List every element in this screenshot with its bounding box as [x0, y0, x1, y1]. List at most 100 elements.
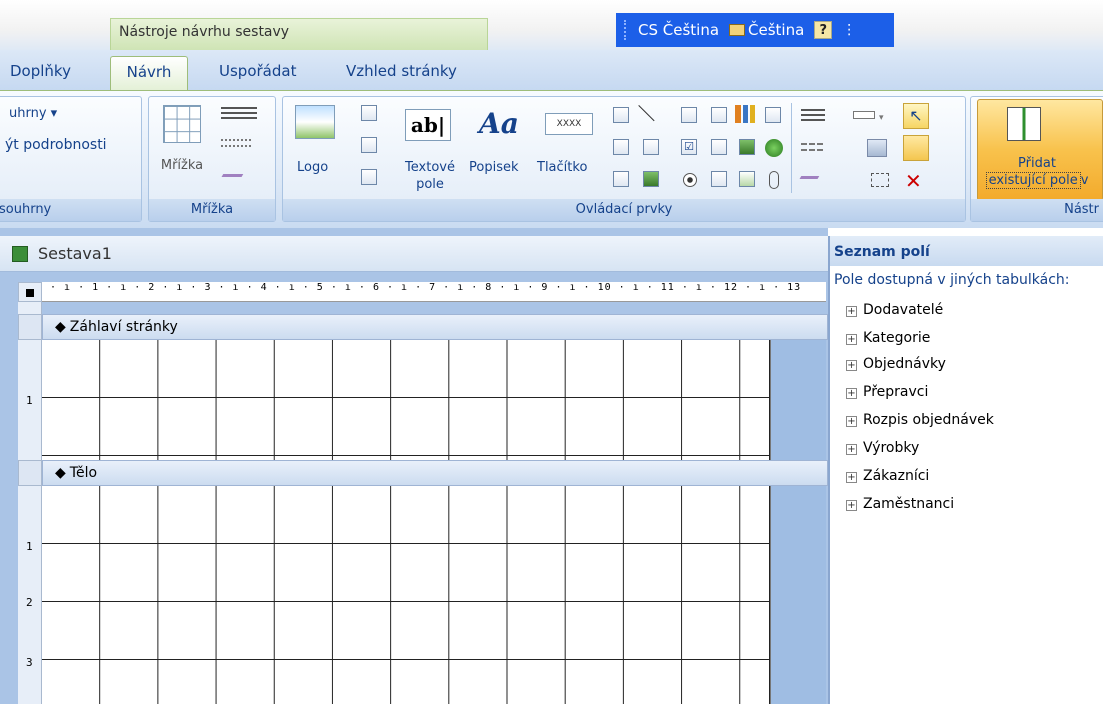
- horizontal-ruler[interactable]: · ı · 1 · ı · 2 · ı · 3 · ı · 4 · ı · 5 …: [18, 282, 826, 302]
- control-wizard-icon[interactable]: [903, 135, 929, 161]
- option-button-icon[interactable]: [683, 173, 697, 187]
- line-type-icon[interactable]: [801, 143, 823, 151]
- title-icon[interactable]: [361, 105, 377, 121]
- language-bar[interactable]: CS Čeština Čeština ? ⋮: [616, 13, 894, 47]
- section-selector[interactable]: [18, 314, 42, 340]
- unbound-object-icon[interactable]: [739, 139, 755, 155]
- expand-icon[interactable]: +: [846, 388, 857, 399]
- section-selector[interactable]: [18, 460, 42, 486]
- tab-navrh[interactable]: Návrh: [110, 56, 188, 91]
- attachment-icon[interactable]: [769, 171, 779, 189]
- list-item[interactable]: + Rozpis objednávek: [846, 412, 994, 428]
- property-icon[interactable]: [867, 139, 887, 157]
- list-item[interactable]: + Dodavatelé: [846, 302, 943, 318]
- field-list-title: Seznam polí: [830, 236, 1103, 266]
- date-time-icon[interactable]: [361, 169, 377, 185]
- ruler-tick: 1: [26, 540, 33, 553]
- page-header-margin: [770, 340, 826, 460]
- combo-icon[interactable]: [681, 107, 697, 123]
- field-list-subtitle: Pole dostupná v jiných tabulkách:: [834, 272, 1070, 288]
- checkbox-icon[interactable]: ☑: [681, 139, 697, 155]
- image-icon[interactable]: [739, 171, 755, 187]
- frame-icon[interactable]: [711, 139, 727, 155]
- subform-icon[interactable]: [613, 171, 629, 187]
- ruler-tick: 1: [26, 394, 33, 407]
- logo-button[interactable]: Logo: [297, 159, 328, 176]
- group-mrizka: Mřížka Mřížka: [148, 96, 276, 222]
- section-arrow-icon: ◆: [55, 465, 66, 481]
- activex-icon[interactable]: ✕: [905, 169, 922, 193]
- dropdown-arrow-icon[interactable]: ▾: [879, 113, 884, 123]
- souhrny-button[interactable]: uhrny ▾: [9, 105, 57, 122]
- add-existing-fields-button[interactable]: Přidat existující pole v: [979, 155, 1095, 189]
- expand-icon[interactable]: +: [846, 472, 857, 483]
- expand-icon[interactable]: +: [846, 306, 857, 317]
- list-item[interactable]: + Kategorie: [846, 330, 930, 346]
- select-report-icon[interactable]: [18, 282, 42, 302]
- page-header-grid[interactable]: [42, 340, 770, 460]
- expand-icon[interactable]: +: [846, 444, 857, 455]
- ruler-tick: 2: [26, 596, 33, 609]
- align-icon[interactable]: [221, 107, 257, 109]
- special-effect-icon[interactable]: [853, 111, 875, 119]
- hyperlink-icon[interactable]: [765, 139, 783, 157]
- list-item[interactable]: + Objednávky: [846, 356, 946, 372]
- body-margin: [770, 486, 826, 704]
- line-color-icon[interactable]: [799, 167, 825, 179]
- tab-vzhled-stranky[interactable]: Vzhled stránky: [346, 62, 457, 80]
- select-pointer-icon[interactable]: ↖: [903, 103, 929, 129]
- report-icon: [12, 246, 28, 262]
- group-ovladaci-prvky: Logo ab| Textové pole Aa Popisek XXXX Tla…: [282, 96, 966, 222]
- help-icon[interactable]: ?: [814, 21, 833, 39]
- tab-usporadat[interactable]: Uspořádat: [219, 62, 296, 80]
- body-grid[interactable]: [42, 486, 770, 704]
- chart-icon[interactable]: [735, 105, 755, 123]
- group-label: Ovládací prvky: [283, 199, 965, 221]
- language-code[interactable]: CS Čeština: [638, 21, 719, 39]
- keyboard-icon: [729, 24, 746, 36]
- group-nastroje: Přidat existující pole v Nástr: [970, 96, 1103, 222]
- button-button[interactable]: Tlačítko: [537, 159, 587, 176]
- vertical-ruler[interactable]: 1 1 2 3: [18, 302, 42, 704]
- expand-icon[interactable]: +: [846, 360, 857, 371]
- grid-icon[interactable]: [163, 105, 201, 143]
- section-header-page[interactable]: ◆ Záhlaví stránky: [42, 314, 828, 340]
- section-header-body[interactable]: ◆ Tělo: [42, 460, 828, 486]
- hide-details-button[interactable]: ýt podrobnosti: [5, 137, 107, 154]
- grip-icon[interactable]: [624, 20, 628, 40]
- add-fields-icon[interactable]: [1007, 107, 1041, 141]
- list-item[interactable]: + Zákazníci: [846, 468, 929, 484]
- image-control-icon[interactable]: [613, 139, 629, 155]
- tab-doplnky[interactable]: Doplňky: [10, 62, 71, 80]
- ruler-tick: 3: [26, 656, 33, 669]
- textbox-button[interactable]: Textové pole: [399, 159, 461, 193]
- context-tab-header: Nástroje návrhu sestavy: [110, 18, 488, 50]
- list-item[interactable]: + Zaměstnanci: [846, 496, 954, 512]
- label-icon[interactable]: Aa: [479, 107, 519, 140]
- grid-button-label[interactable]: Mřížka: [157, 157, 207, 174]
- page-number-icon[interactable]: [361, 137, 377, 153]
- options-icon[interactable]: ⋮: [842, 22, 856, 38]
- page-break-icon[interactable]: [711, 107, 727, 123]
- line-thickness-icon[interactable]: [801, 109, 825, 111]
- button-icon[interactable]: XXXX: [545, 113, 593, 135]
- list-item[interactable]: + Přepravci: [846, 384, 928, 400]
- keyboard-layout[interactable]: Čeština: [729, 21, 804, 39]
- document-tab-title[interactable]: Sestava1: [0, 236, 828, 272]
- gridlines-style-icon[interactable]: [221, 139, 251, 147]
- select-all-icon[interactable]: [871, 173, 889, 187]
- pen-color-icon[interactable]: [221, 165, 249, 177]
- label-button[interactable]: Popisek: [469, 159, 519, 176]
- group-label: Nástr: [971, 199, 1103, 221]
- expand-icon[interactable]: +: [846, 416, 857, 427]
- textbox-icon[interactable]: ab|: [405, 109, 451, 141]
- list-box-icon[interactable]: [765, 107, 781, 123]
- rectangle-icon[interactable]: [643, 139, 659, 155]
- expand-icon[interactable]: +: [846, 334, 857, 345]
- expand-icon[interactable]: +: [846, 500, 857, 511]
- logo-icon[interactable]: [295, 105, 335, 139]
- toggle-icon[interactable]: [711, 171, 727, 187]
- section-arrow-icon: ◆: [55, 319, 66, 335]
- bound-object-icon[interactable]: [643, 171, 659, 187]
- list-item[interactable]: + Výrobky: [846, 440, 919, 456]
